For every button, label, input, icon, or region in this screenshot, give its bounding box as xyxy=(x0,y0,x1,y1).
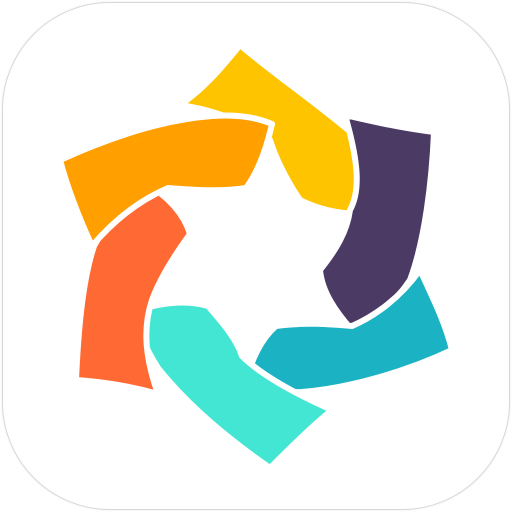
app-icon-canvas xyxy=(0,0,512,512)
pinwheel-logo-icon xyxy=(57,42,455,471)
